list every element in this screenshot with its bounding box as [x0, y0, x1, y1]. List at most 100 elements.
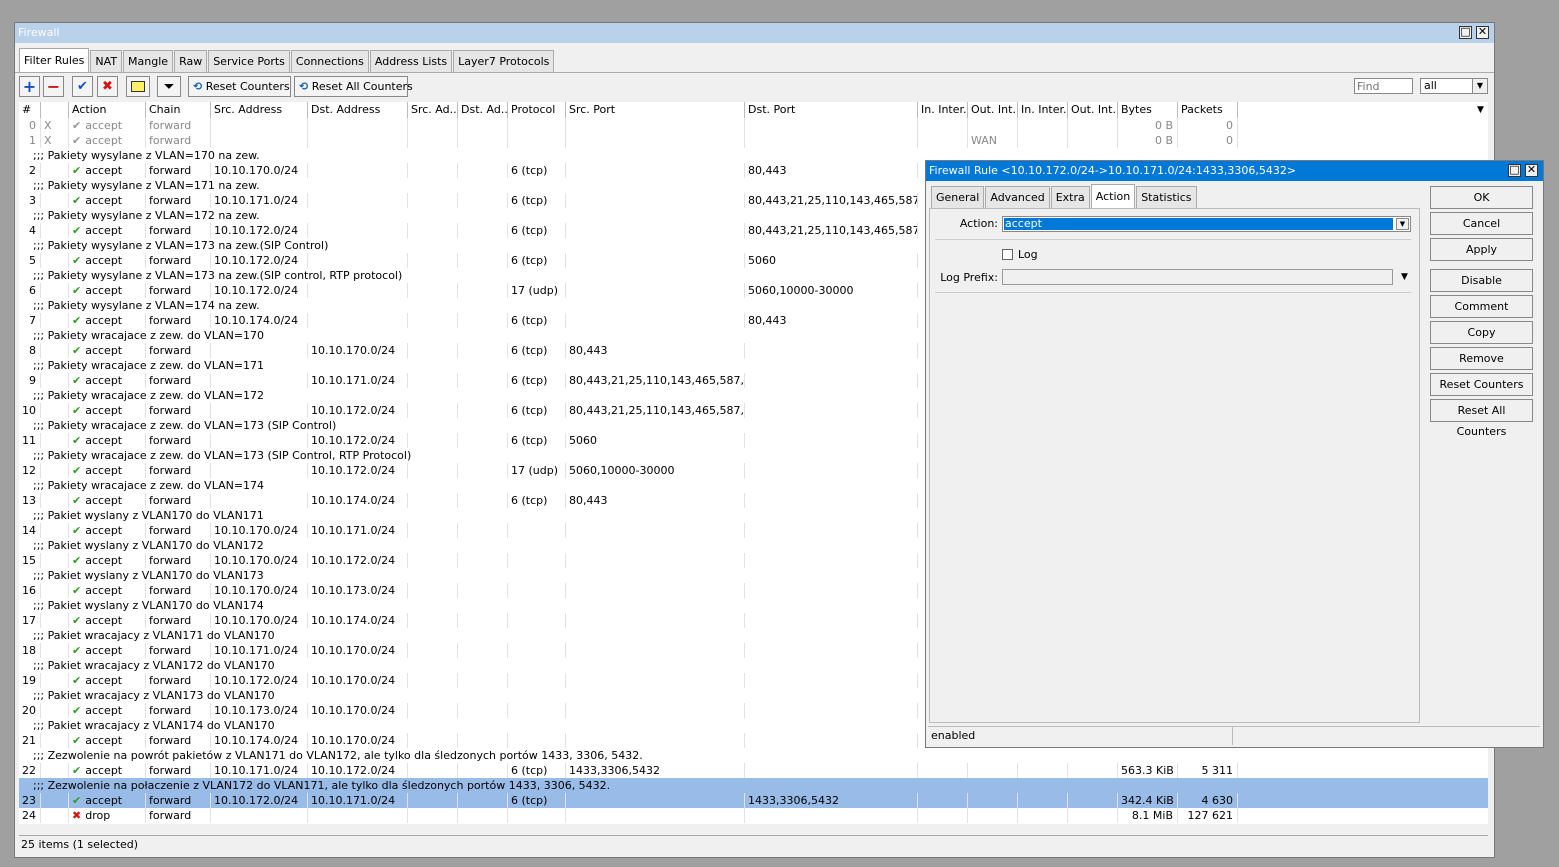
- cell-dst: 10.10.171.0/24: [308, 373, 408, 388]
- accept-icon: ✔: [72, 344, 82, 357]
- cell-proto: 6 (tcp): [508, 193, 566, 208]
- cell-sport: 80,443: [566, 343, 745, 358]
- cell-src: [211, 373, 308, 388]
- cell-dport: [745, 373, 918, 388]
- firewall-titlebar: Firewall: [15, 23, 1494, 43]
- table-row[interactable]: 0 X ✔ accept forward 0 B0: [19, 118, 1488, 133]
- col-header-src-address-list[interactable]: Src. Ad...: [408, 102, 458, 118]
- add-button[interactable]: +: [19, 76, 40, 97]
- col-header-dst-address-list[interactable]: Dst. Ad...: [458, 102, 508, 118]
- col-header-flag[interactable]: [41, 102, 69, 118]
- tab-filter-rules[interactable]: Filter Rules: [19, 48, 90, 72]
- tab-statistics[interactable]: Statistics: [1136, 186, 1197, 208]
- tab-address-lists[interactable]: Address Lists: [369, 50, 453, 72]
- cell-dst: 10.10.170.0/24: [308, 343, 408, 358]
- filter-button[interactable]: ⏷: [157, 76, 181, 97]
- copy-button[interactable]: Copy: [1430, 321, 1533, 344]
- columns-menu-icon[interactable]: ▼: [1473, 102, 1488, 118]
- col-header-chain[interactable]: Chain: [146, 102, 211, 118]
- tab-extra[interactable]: Extra: [1050, 186, 1090, 208]
- col-header-src-address[interactable]: Src. Address: [211, 102, 308, 118]
- dialog-maximize-icon[interactable]: □: [1508, 164, 1521, 177]
- ok-button[interactable]: OK: [1430, 186, 1533, 209]
- cell-chain: forward: [146, 433, 211, 448]
- col-header-dst-address[interactable]: Dst. Address: [308, 102, 408, 118]
- cell-proto: 6 (tcp): [508, 403, 566, 418]
- dialog-tabs: General Advanced Extra Action Statistics: [931, 184, 1198, 208]
- table-row[interactable]: 22 ✔ accept forward 10.10.171.0/24 10.10.172.…: [19, 763, 1488, 778]
- cell-chain: forward: [146, 253, 211, 268]
- disable-button[interactable]: ✖: [97, 76, 118, 97]
- tab-general[interactable]: General: [931, 186, 985, 208]
- filter-icon: ⏷: [164, 79, 174, 93]
- comment-button[interactable]: [126, 76, 150, 97]
- action-text: accept: [85, 734, 123, 747]
- dialog-reset-counters-button[interactable]: Reset Counters: [1430, 373, 1533, 396]
- action-chevron-down-icon[interactable]: ▼: [1396, 218, 1409, 230]
- tab-action[interactable]: Action: [1090, 184, 1136, 208]
- dialog-reset-all-counters-button[interactable]: Reset All Counters: [1430, 399, 1533, 438]
- comment-rule-button[interactable]: Comment: [1430, 295, 1533, 318]
- cell-dport: [745, 643, 918, 658]
- tab-service-ports[interactable]: Service Ports: [208, 50, 290, 72]
- col-header-out-interface-list[interactable]: Out. Int...: [1068, 102, 1118, 118]
- reset-counters-label: Reset Counters: [205, 80, 290, 93]
- table-row[interactable]: 24 ✖ drop forward 8.1 MiB 127 621: [19, 808, 1488, 823]
- log-prefix-dropdown-icon[interactable]: ▼: [1398, 271, 1411, 283]
- tab-advanced[interactable]: Advanced: [985, 186, 1050, 208]
- cell-dport: [745, 463, 918, 478]
- cell-dst: 10.10.170.0/24: [308, 673, 408, 688]
- cell-dst: [308, 808, 408, 823]
- col-header-packets[interactable]: Packets: [1178, 102, 1238, 118]
- accept-icon: ✔: [72, 614, 82, 627]
- tab-layer7-protocols[interactable]: Layer7 Protocols: [453, 50, 555, 72]
- col-header-in-interface-list[interactable]: In. Inter...: [1018, 102, 1068, 118]
- cell-dal: [458, 553, 508, 568]
- reset-all-counters-button[interactable]: ⟲ Reset All Counters: [294, 76, 413, 97]
- cancel-button[interactable]: Cancel: [1430, 212, 1533, 235]
- accept-icon: ✔: [72, 704, 82, 717]
- cell-sal: [408, 193, 458, 208]
- tab-mangle[interactable]: Mangle: [123, 50, 174, 72]
- table-row[interactable]: 1 X ✔ accept forward WAN 0 B0: [19, 133, 1488, 148]
- cell-dst: 10.10.172.0/24: [308, 433, 408, 448]
- accept-icon: ✔: [72, 284, 82, 297]
- filter-select[interactable]: all ▼: [1420, 78, 1488, 94]
- table-row[interactable]: 23 ✔ accept forward 10.10.172.0/24 10.10.171.…: [19, 793, 1488, 808]
- close-icon[interactable]: ✕: [1476, 26, 1489, 39]
- reset-counters-button[interactable]: ⟲ Reset Counters: [188, 76, 291, 97]
- disable-rule-button[interactable]: Disable: [1430, 269, 1533, 292]
- comment-row[interactable]: ;;; Zezwolenie na połaczenie z VLAN172 d…: [19, 778, 1488, 793]
- log-checkbox[interactable]: [1002, 249, 1013, 260]
- apply-button[interactable]: Apply: [1430, 238, 1533, 261]
- cell-dport: 80,443,21,25,110,143,465,587,9...: [745, 223, 918, 238]
- col-header-out-interface[interactable]: Out. Int...: [968, 102, 1018, 118]
- action-text: accept: [85, 224, 123, 237]
- chevron-down-icon[interactable]: ▼: [1472, 79, 1487, 93]
- log-prefix-input[interactable]: [1002, 269, 1393, 285]
- col-header-action[interactable]: Action: [69, 102, 146, 118]
- accept-icon: ✔: [72, 254, 82, 267]
- remove-button[interactable]: −: [43, 76, 64, 97]
- remove-rule-button[interactable]: Remove: [1430, 347, 1533, 370]
- comment-row[interactable]: ;;; Zezwolenie na powrót pakietów z VLAN…: [19, 748, 1488, 763]
- col-header-src-port[interactable]: Src. Port: [566, 102, 745, 118]
- tab-raw[interactable]: Raw: [174, 50, 208, 72]
- find-input[interactable]: [1354, 78, 1413, 94]
- tab-nat[interactable]: NAT: [90, 50, 123, 72]
- col-header-dst-port[interactable]: Dst. Port: [745, 102, 918, 118]
- col-header-num[interactable]: #: [19, 102, 41, 118]
- col-header-protocol[interactable]: Protocol: [508, 102, 566, 118]
- cell-src: 10.10.170.0/24: [211, 583, 308, 598]
- col-header-bytes[interactable]: Bytes: [1118, 102, 1178, 118]
- cell-chain: forward: [146, 118, 211, 133]
- col-header-in-interface[interactable]: In. Inter...: [918, 102, 968, 118]
- accept-icon: ✔: [72, 224, 82, 237]
- action-text: accept: [85, 344, 123, 357]
- dialog-close-icon[interactable]: ✕: [1525, 164, 1538, 177]
- tab-connections[interactable]: Connections: [290, 50, 369, 72]
- action-select[interactable]: accept ▼: [1002, 216, 1411, 232]
- cell-src: [211, 463, 308, 478]
- maximize-icon[interactable]: □: [1459, 26, 1472, 39]
- enable-button[interactable]: ✔: [72, 76, 93, 97]
